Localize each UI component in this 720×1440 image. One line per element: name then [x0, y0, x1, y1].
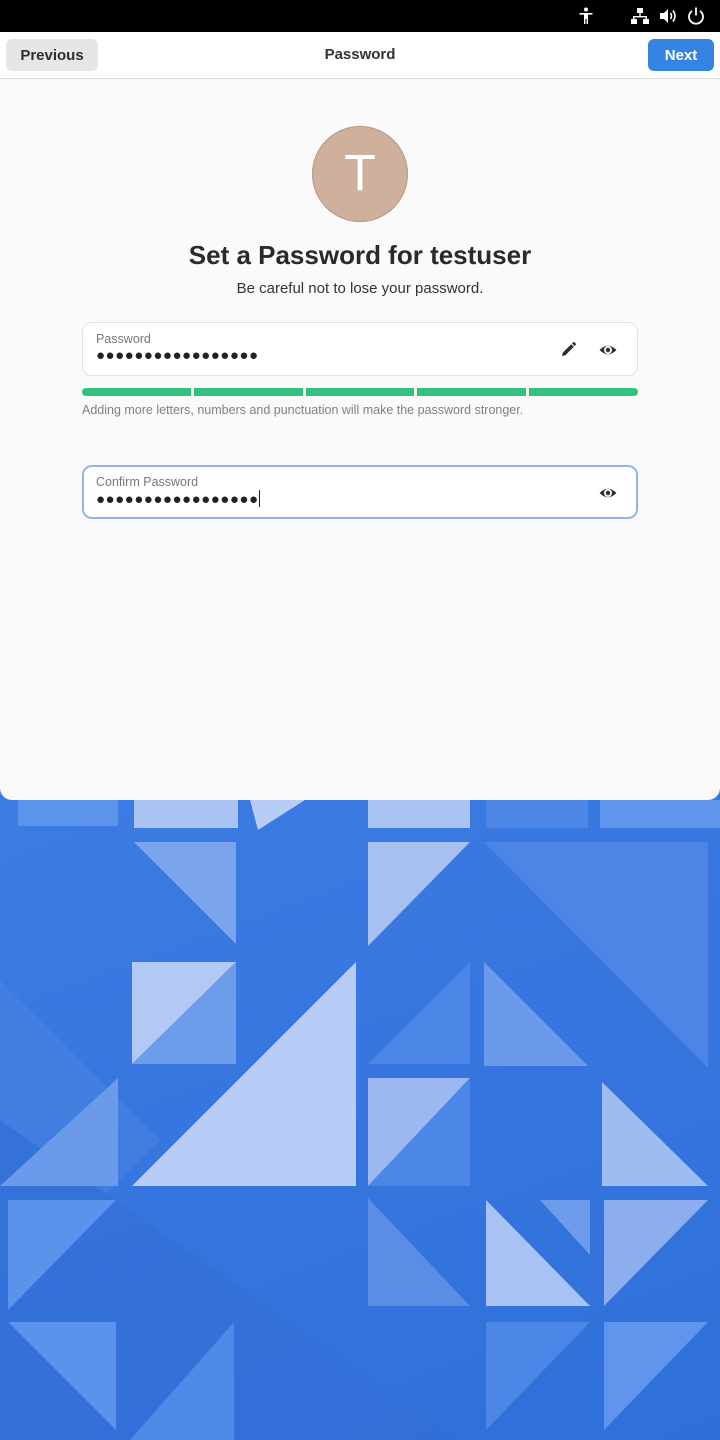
eye-icon[interactable]	[598, 340, 618, 360]
pencil-icon[interactable]	[558, 340, 578, 360]
confirm-password-field[interactable]: Confirm Password ●●●●●●●●●●●●●●●●●	[82, 465, 638, 519]
strength-segment	[417, 388, 527, 396]
volume-icon[interactable]	[658, 6, 678, 26]
avatar: T	[312, 126, 408, 222]
confirm-password-value[interactable]: ●●●●●●●●●●●●●●●●●	[96, 490, 260, 508]
password-value[interactable]: ●●●●●●●●●●●●●●●●●	[96, 347, 259, 364]
accessibility-icon[interactable]	[576, 6, 596, 26]
power-icon[interactable]	[686, 6, 706, 26]
heading: Set a Password for testuser	[188, 240, 532, 270]
top-panel	[0, 0, 720, 32]
password-strength-bar	[82, 388, 638, 396]
eye-icon[interactable]	[598, 483, 618, 503]
network-icon[interactable]	[630, 6, 650, 26]
password-field[interactable]: Password ●●●●●●●●●●●●●●●●●	[82, 322, 638, 376]
password-label: Password	[96, 332, 151, 346]
strength-segment	[529, 388, 638, 396]
strength-segment	[305, 388, 415, 396]
confirm-password-label: Confirm Password	[96, 475, 199, 489]
strength-hint: Adding more letters, numbers and punctua…	[82, 403, 524, 417]
strength-segment	[193, 388, 303, 396]
page-title: Password	[324, 46, 396, 63]
text-cursor	[258, 490, 260, 507]
strength-segment	[82, 388, 191, 396]
next-button[interactable]: Next	[648, 39, 714, 71]
setup-window: Previous Password Next T Set a Password …	[0, 32, 720, 800]
subheading: Be careful not to lose your password.	[236, 280, 484, 297]
header-bar: Previous Password Next	[0, 32, 720, 79]
